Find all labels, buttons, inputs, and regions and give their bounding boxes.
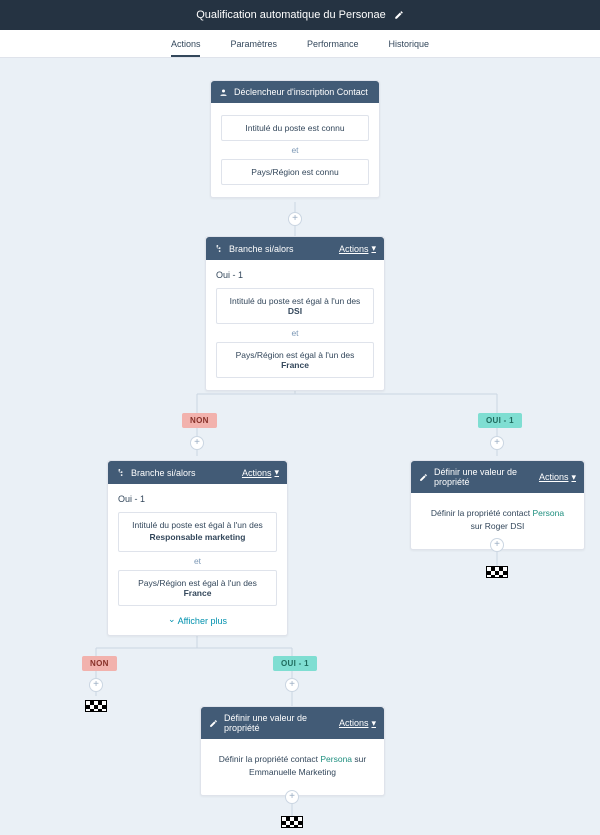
branch2-subtitle: Oui - 1 [118,494,277,504]
caret-down-icon: ▾ [371,243,376,254]
persona-link[interactable]: Persona [320,754,352,764]
branch1-subtitle: Oui - 1 [216,270,374,280]
set-property-card-1[interactable]: Définir une valeur de propriété Actions … [410,460,585,550]
branch-label-non: NON [82,656,117,671]
branch1-actions-menu[interactable]: Actions ▾ [339,243,376,254]
workflow-tabs: Actions Paramètres Performance Historiqu… [0,30,600,58]
caret-down-icon: ▾ [371,718,376,729]
tab-performance[interactable]: Performance [307,30,359,57]
tab-parametres[interactable]: Paramètres [230,30,277,57]
set1-actions-menu[interactable]: Actions ▾ [539,472,576,483]
set2-header-label: Définir une valeur de propriété [224,713,333,733]
add-action-button[interactable]: + [89,678,103,692]
branch-icon [116,468,125,477]
tab-historique[interactable]: Historique [389,30,430,57]
tab-actions[interactable]: Actions [171,30,201,57]
branch2-actions-menu[interactable]: Actions ▾ [242,467,279,478]
add-action-button[interactable]: + [288,212,302,226]
set1-header-label: Définir une valeur de propriété [434,467,533,487]
and-label: et [216,328,374,338]
and-label: et [221,145,369,155]
trigger-card[interactable]: Déclencheur d'inscription Contact Intitu… [210,80,380,198]
trigger-header-label: Déclencheur d'inscription Contact [234,87,368,97]
branch2-show-more[interactable]: Afficher plus [118,610,277,627]
page-title-bar: Qualification automatique du Personae [0,0,600,30]
set2-actions-menu[interactable]: Actions ▾ [339,718,376,729]
branch-icon [214,244,223,253]
add-action-button[interactable]: + [285,678,299,692]
workflow-end-icon [281,816,303,828]
set2-body: Définir la propriété contact Persona sur… [201,739,384,795]
branch-label-oui: OUI - 1 [273,656,317,671]
workflow-end-icon [85,700,107,712]
workflow-title: Qualification automatique du Personae [196,9,386,21]
edit-icon [419,473,428,482]
branch2-cond-2: Pays/Région est égal à l'un des France [118,570,277,606]
branch-label-non: NON [182,413,217,428]
edit-icon [209,719,218,728]
add-action-button[interactable]: + [285,790,299,804]
persona-link[interactable]: Persona [532,508,564,518]
caret-down-icon: ▾ [571,472,576,483]
and-label: et [118,556,277,566]
branch1-header-label: Branche si/alors [229,244,294,254]
set-property-card-2[interactable]: Définir une valeur de propriété Actions … [200,706,385,796]
branch-card-1[interactable]: Branche si/alors Actions ▾ Oui - 1 Intit… [205,236,385,391]
branch2-cond-1: Intitulé du poste est égal à l'un desRes… [118,512,277,552]
branch-label-oui: OUI - 1 [478,413,522,428]
branch2-header-label: Branche si/alors [131,468,196,478]
workflow-end-icon [486,566,508,578]
branch-card-2[interactable]: Branche si/alors Actions ▾ Oui - 1 Intit… [107,460,288,636]
caret-down-icon: ▾ [274,467,279,478]
add-action-button[interactable]: + [490,436,504,450]
workflow-canvas: Déclencheur d'inscription Contact Intitu… [0,58,600,835]
edit-title-icon[interactable] [394,10,404,20]
add-action-button[interactable]: + [190,436,204,450]
contact-icon [219,88,228,97]
add-action-button[interactable]: + [490,538,504,552]
trigger-cond-2: Pays/Région est connu [221,159,369,185]
trigger-cond-1: Intitulé du poste est connu [221,115,369,141]
branch1-cond-1: Intitulé du poste est égal à l'un des DS… [216,288,374,324]
branch1-cond-2: Pays/Région est égal à l'un des France [216,342,374,378]
